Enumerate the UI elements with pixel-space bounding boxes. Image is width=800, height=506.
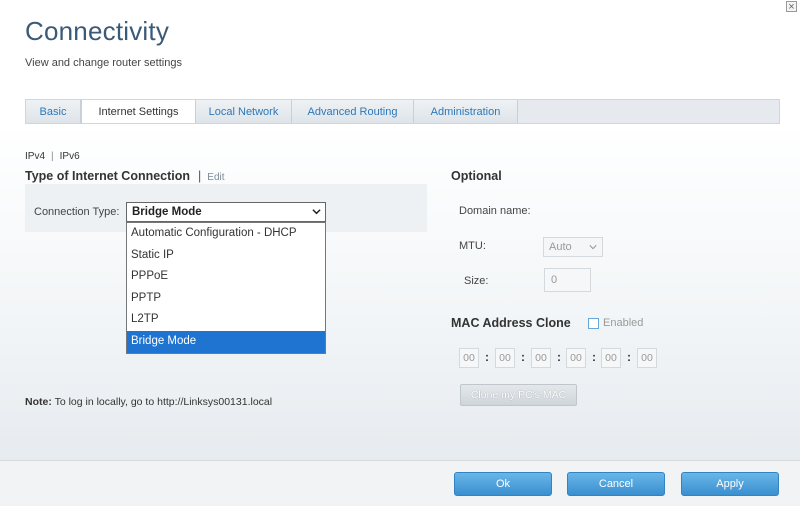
chevron-down-icon <box>312 209 321 215</box>
mtu-value: Auto <box>549 241 572 253</box>
chevron-down-icon <box>589 245 597 250</box>
mac-octet-5[interactable]: 00 <box>601 348 621 368</box>
ipv4-link[interactable]: IPv4 <box>25 151 45 162</box>
connection-type-value: Bridge Mode <box>132 206 202 218</box>
mac-colon: : <box>485 350 489 364</box>
mac-octet-4[interactable]: 00 <box>566 348 586 368</box>
edit-link[interactable]: Edit <box>207 172 224 183</box>
close-icon[interactable]: × <box>786 1 797 13</box>
mtu-label: MTU: <box>459 240 486 252</box>
note-text: To log in locally, go to http://Linksys0… <box>51 396 273 408</box>
edit-separator: | <box>198 169 202 183</box>
ok-button[interactable]: Ok <box>454 472 552 496</box>
tab-local-network[interactable]: Local Network <box>196 100 292 124</box>
login-note: Note: To log in locally, go to http://Li… <box>25 396 272 408</box>
connection-heading: Type of Internet Connection | Edit <box>25 169 225 183</box>
size-input[interactable]: 0 <box>544 268 591 292</box>
option-static-ip[interactable]: Static IP <box>127 245 325 267</box>
option-pppoe[interactable]: PPPoE <box>127 266 325 288</box>
optional-heading: Optional <box>451 169 502 183</box>
note-label: Note: <box>25 396 52 408</box>
tab-bar: Basic Internet Settings Local Network Ad… <box>25 99 780 125</box>
option-pptp[interactable]: PPTP <box>127 288 325 310</box>
page-title: Connectivity <box>25 16 170 46</box>
content-divider <box>25 123 780 124</box>
apply-button[interactable]: Apply <box>681 472 779 496</box>
connection-type-select[interactable]: Bridge Mode <box>126 202 326 222</box>
mac-colon: : <box>521 350 525 364</box>
ipv6-link[interactable]: IPv6 <box>60 151 80 162</box>
page-subtitle: View and change router settings <box>25 57 182 69</box>
domain-name-label: Domain name: <box>459 205 531 217</box>
mac-colon: : <box>592 350 596 364</box>
mac-octet-2[interactable]: 00 <box>495 348 515 368</box>
mac-clone-heading: MAC Address Clone <box>451 316 571 330</box>
mac-octet-1[interactable]: 00 <box>459 348 479 368</box>
cancel-button[interactable]: Cancel <box>567 472 665 496</box>
tab-advanced-routing[interactable]: Advanced Routing <box>292 100 414 124</box>
connection-type-label: Connection Type: <box>34 206 120 218</box>
tab-internet-settings[interactable]: Internet Settings <box>81 100 196 125</box>
connection-type-dropdown: Automatic Configuration - DHCP Static IP… <box>126 222 326 354</box>
mac-colon: : <box>557 350 561 364</box>
mac-enabled-checkbox[interactable] <box>588 318 599 329</box>
size-label: Size: <box>464 275 489 287</box>
footer-bar <box>0 460 800 506</box>
mac-octet-6[interactable]: 00 <box>637 348 657 368</box>
clone-mac-button[interactable]: Clone my PC's MAC <box>460 384 577 406</box>
mac-enabled-label: Enabled <box>603 317 644 329</box>
tab-administration[interactable]: Administration <box>414 100 518 124</box>
mac-octet-3[interactable]: 00 <box>531 348 551 368</box>
ip-version-links: IPv4 | IPv6 <box>25 151 80 162</box>
option-l2tp[interactable]: L2TP <box>127 309 325 331</box>
connection-heading-text: Type of Internet Connection <box>25 169 191 183</box>
option-dhcp[interactable]: Automatic Configuration - DHCP <box>127 223 325 245</box>
ip-separator: | <box>51 151 54 162</box>
option-bridge-mode[interactable]: Bridge Mode <box>127 330 325 353</box>
tab-basic[interactable]: Basic <box>26 100 81 124</box>
mac-colon: : <box>627 350 631 364</box>
header: Connectivity View and change router sett… <box>0 0 800 100</box>
mtu-select[interactable]: Auto <box>543 237 603 257</box>
